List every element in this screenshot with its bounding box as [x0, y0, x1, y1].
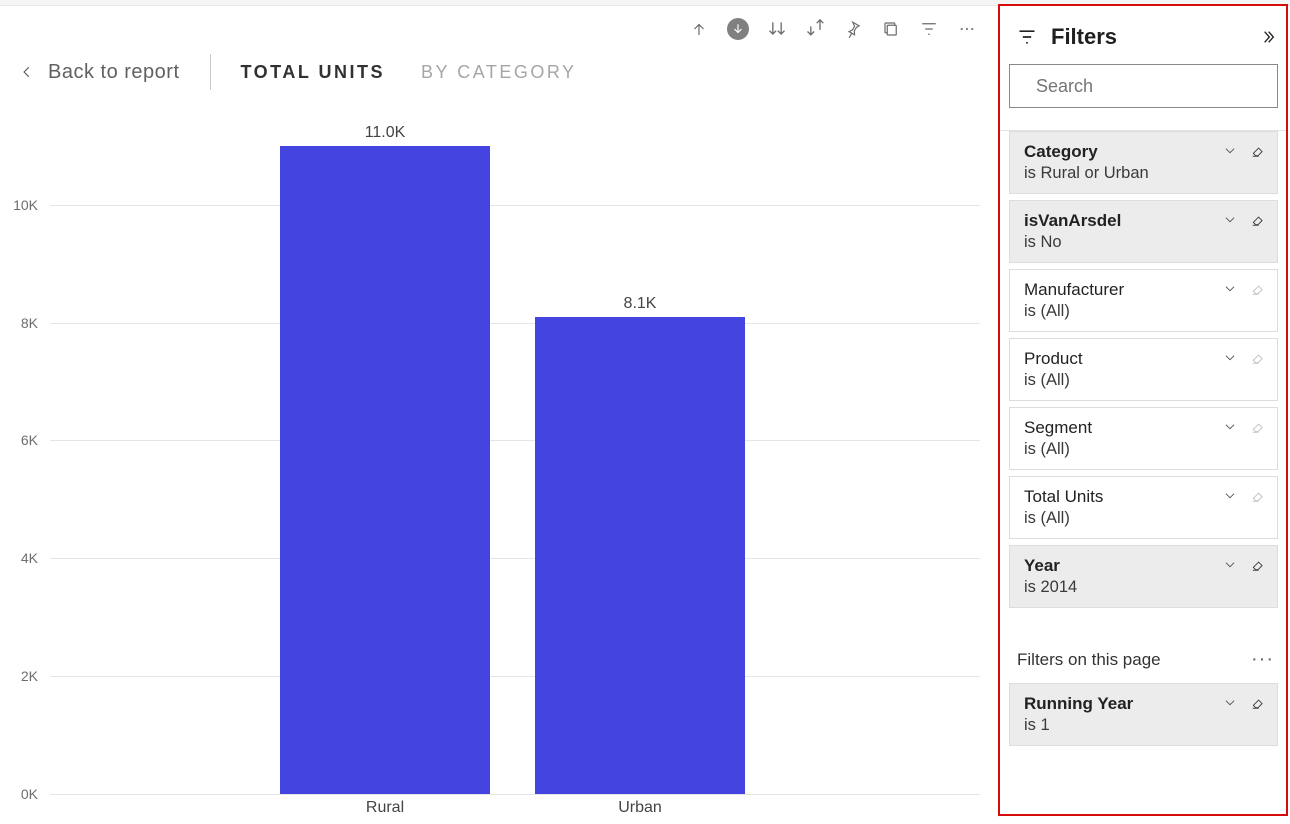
y-tick-label: 10K	[0, 197, 38, 213]
filters-title: Filters	[1051, 24, 1117, 50]
chevron-left-icon	[20, 65, 34, 79]
filter-card-category[interactable]: Category is Rural or Urban	[1009, 131, 1278, 194]
filter-card-year[interactable]: Year is 2014	[1009, 545, 1278, 608]
filter-list: Category is Rural or Urban isVanArsdel is N…	[999, 116, 1288, 752]
report-main-area: Back to report TOTAL UNITS BY CATEGORY 0…	[0, 6, 995, 819]
filter-summary: is (All)	[1024, 302, 1217, 321]
y-tick-label: 6K	[0, 432, 38, 448]
drill-up-icon[interactable]	[689, 19, 709, 39]
filter-card-product[interactable]: Product is (All)	[1009, 338, 1278, 401]
tab-total-units[interactable]: TOTAL UNITS	[241, 62, 386, 83]
filter-summary: is 1	[1024, 716, 1217, 735]
drill-mode-toggle-icon[interactable]	[727, 18, 749, 40]
y-tick-label: 4K	[0, 550, 38, 566]
gridline	[50, 794, 980, 795]
drill-nav-row: Back to report TOTAL UNITS BY CATEGORY	[0, 48, 995, 96]
clear-filter-icon[interactable]	[1251, 144, 1265, 158]
more-options-icon[interactable]	[957, 19, 977, 39]
collapse-pane-icon[interactable]	[1260, 29, 1276, 45]
tab-by-category[interactable]: BY CATEGORY	[421, 62, 577, 83]
filter-summary: is (All)	[1024, 509, 1217, 528]
filter-name: Product	[1024, 349, 1217, 369]
gridline	[50, 440, 980, 441]
gridline	[50, 558, 980, 559]
filter-card-total-units[interactable]: Total Units is (All)	[1009, 476, 1278, 539]
filters-search-input[interactable]	[1036, 76, 1268, 97]
filter-icon	[1017, 27, 1037, 47]
category-label: Rural	[366, 799, 404, 817]
gridline	[50, 323, 980, 324]
bar-value-label: 8.1K	[624, 295, 657, 313]
category-label: Urban	[618, 799, 662, 817]
y-tick-label: 2K	[0, 668, 38, 684]
back-to-report-button[interactable]: Back to report	[20, 61, 180, 84]
copy-icon[interactable]	[881, 19, 901, 39]
clear-filter-icon[interactable]	[1251, 213, 1265, 227]
back-label: Back to report	[48, 61, 180, 84]
filters-header: Filters	[999, 6, 1288, 62]
filter-name: Total Units	[1024, 487, 1217, 507]
next-level-icon[interactable]	[767, 19, 787, 39]
clear-filter-icon[interactable]	[1251, 558, 1265, 572]
filter-summary: is 2014	[1024, 578, 1217, 597]
chevron-down-icon[interactable]	[1223, 282, 1237, 296]
filter-name: isVanArsdel	[1024, 211, 1217, 231]
filter-name: Segment	[1024, 418, 1217, 438]
page-filters-heading: Filters on this page	[1017, 650, 1161, 670]
gridline	[50, 676, 980, 677]
chevron-down-icon[interactable]	[1223, 351, 1237, 365]
filter-card-segment[interactable]: Segment is (All)	[1009, 407, 1278, 470]
bar-value-label: 11.0K	[365, 124, 406, 142]
chevron-down-icon[interactable]	[1223, 144, 1237, 158]
filter-card-running-year[interactable]: Running Year is 1	[1009, 683, 1278, 746]
chevron-down-icon[interactable]	[1223, 696, 1237, 710]
visual-toolbar	[0, 6, 995, 40]
clear-filter-icon[interactable]	[1251, 282, 1265, 296]
clear-filter-icon[interactable]	[1251, 351, 1265, 365]
filter-summary: is (All)	[1024, 371, 1217, 390]
filter-name: Manufacturer	[1024, 280, 1217, 300]
divider	[210, 54, 211, 90]
filter-icon[interactable]	[919, 19, 939, 39]
bar-urban[interactable]	[535, 317, 745, 794]
gridline	[50, 205, 980, 206]
bar-rural[interactable]	[280, 146, 490, 794]
filter-summary: is No	[1024, 233, 1217, 252]
chevron-down-icon[interactable]	[1223, 420, 1237, 434]
filter-summary: is Rural or Urban	[1024, 164, 1217, 183]
filter-summary: is (All)	[1024, 440, 1217, 459]
clear-filter-icon[interactable]	[1251, 420, 1265, 434]
chevron-down-icon[interactable]	[1223, 213, 1237, 227]
chevron-down-icon[interactable]	[1223, 489, 1237, 503]
filter-name: Year	[1024, 556, 1217, 576]
page-filters-heading-row: Filters on this page ···	[1009, 614, 1278, 683]
pin-icon[interactable]	[843, 19, 863, 39]
filter-name: Category	[1024, 142, 1217, 162]
filters-search-box[interactable]	[1009, 64, 1278, 108]
y-tick-label: 8K	[0, 315, 38, 331]
bar-chart: 0K2K4K6K8K10K11.0KRural8.1KUrban	[4, 124, 984, 824]
y-tick-label: 0K	[0, 786, 38, 802]
chevron-down-icon[interactable]	[1223, 558, 1237, 572]
filter-name: Running Year	[1024, 694, 1217, 714]
clear-filter-icon[interactable]	[1251, 489, 1265, 503]
expand-level-icon[interactable]	[805, 19, 825, 39]
filters-pane: Filters Category is Rural or Urban isVanAr…	[998, 6, 1288, 818]
clear-filter-icon[interactable]	[1251, 696, 1265, 710]
page-filters-more-icon[interactable]: ···	[1251, 648, 1274, 671]
filter-card-isvanarsdel[interactable]: isVanArsdel is No	[1009, 200, 1278, 263]
filter-card-manufacturer[interactable]: Manufacturer is (All)	[1009, 269, 1278, 332]
